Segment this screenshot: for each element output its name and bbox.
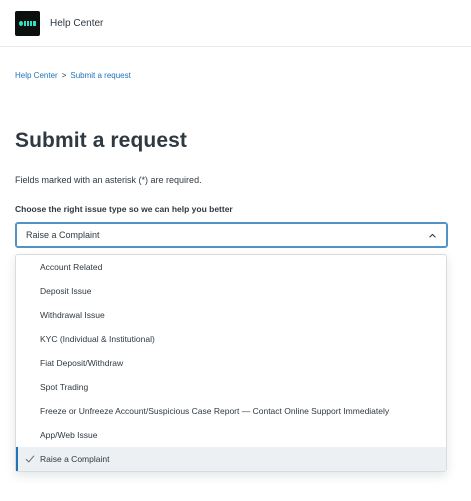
breadcrumb-submit-request[interactable]: Submit a request — [70, 71, 130, 80]
dropdown-option-label: Freeze or Unfreeze Account/Suspicious Ca… — [40, 406, 390, 416]
dropdown-option[interactable]: Spot Trading — [16, 375, 446, 399]
dropdown-option[interactable]: Raise a Complaint — [16, 447, 446, 471]
dropdown-option-label: KYC (Individual & Institutional) — [40, 334, 155, 344]
issue-type-select[interactable]: Raise a Complaint — [15, 222, 448, 248]
header-title-link[interactable]: Help Center — [50, 18, 103, 29]
breadcrumb: Help Center > Submit a request — [15, 71, 131, 80]
breadcrumb-separator: > — [61, 71, 67, 80]
dropdown-option-label: Deposit Issue — [40, 286, 92, 296]
dropdown-option[interactable]: Account Related — [16, 255, 446, 279]
dropdown-option[interactable]: Fiat Deposit/Withdraw — [16, 351, 446, 375]
breadcrumb-help-center[interactable]: Help Center — [15, 71, 58, 80]
issue-type-dropdown: Account Related Deposit Issue Withdrawal I… — [15, 254, 447, 472]
issue-type-label: Choose the right issue type so we can he… — [15, 204, 233, 214]
header: Help Center — [0, 0, 471, 47]
dropdown-option-label: Raise a Complaint — [40, 454, 110, 464]
dropdown-option-label: Spot Trading — [40, 382, 89, 392]
page-title: Submit a request — [15, 129, 187, 152]
issue-type-selected-value: Raise a Complaint — [26, 230, 100, 240]
dropdown-option-label: App/Web Issue — [40, 430, 98, 440]
dropdown-option[interactable]: Deposit Issue — [16, 279, 446, 303]
dropdown-option[interactable]: App/Web Issue — [16, 423, 446, 447]
dropdown-option-label: Account Related — [40, 262, 103, 272]
dropdown-option[interactable]: Freeze or Unfreeze Account/Suspicious Ca… — [16, 399, 446, 423]
logo-mark-icon — [19, 20, 36, 26]
required-note: Fields marked with an asterisk (*) are r… — [15, 175, 202, 185]
dropdown-options-list: Account Related Deposit Issue Withdrawal I… — [16, 255, 446, 471]
brand-logo[interactable] — [15, 10, 40, 36]
dropdown-option[interactable]: Withdrawal Issue — [16, 303, 446, 327]
check-icon — [25, 455, 35, 463]
dropdown-option-label: Fiat Deposit/Withdraw — [40, 358, 124, 368]
chevron-up-icon[interactable] — [428, 231, 437, 240]
dropdown-option[interactable]: KYC (Individual & Institutional) — [16, 327, 446, 351]
dropdown-option-label: Withdrawal Issue — [40, 310, 105, 320]
